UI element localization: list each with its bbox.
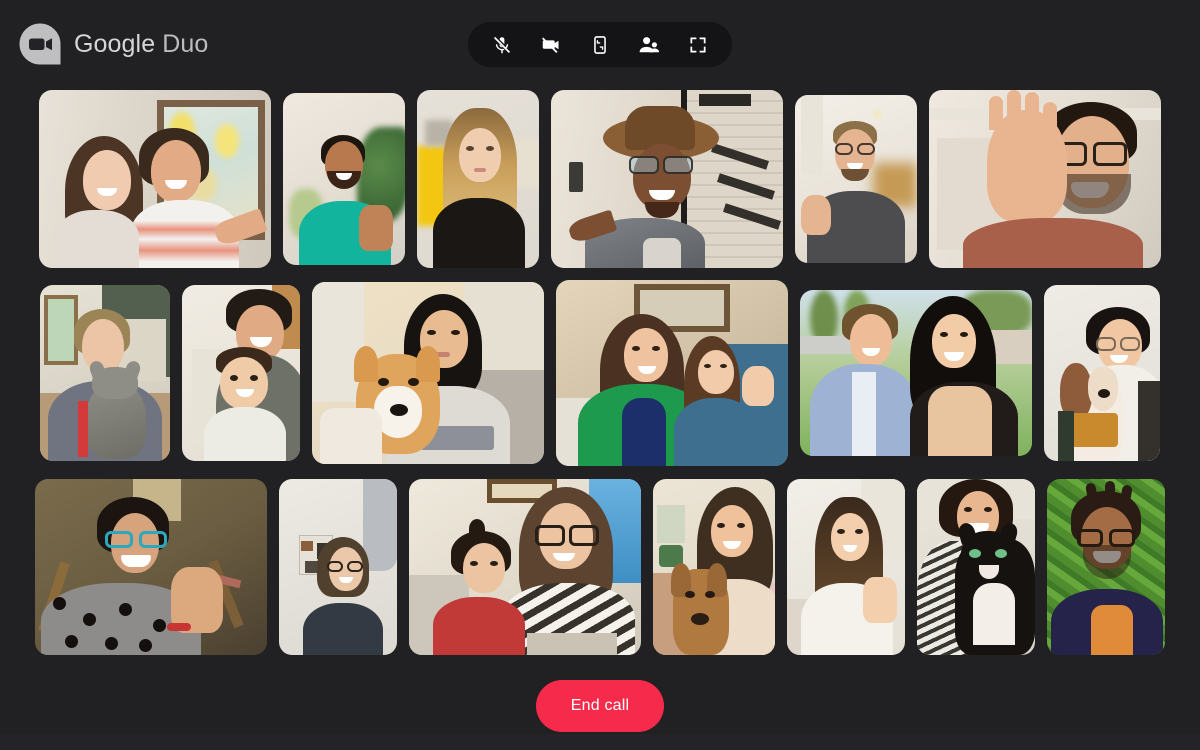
participant-tile-14[interactable] [279,479,397,655]
end-call-button[interactable]: End call [536,680,664,732]
participant-tile-15[interactable] [409,479,641,655]
participant-tile-19[interactable] [1047,479,1165,655]
participant-tile-3[interactable] [417,90,539,268]
participant-tile-6[interactable] [929,90,1161,268]
app-title: Google Duo [74,30,208,59]
effects-button[interactable] [582,27,618,63]
participant-tile-18[interactable] [917,479,1035,655]
participant-tile-10[interactable] [556,280,788,466]
turn-off-camera-button[interactable] [533,27,569,63]
brand-name-secondary: Duo [162,29,209,58]
participant-row-3 [0,472,1200,662]
microphone-off-icon [494,36,511,53]
app-header: Google Duo [0,0,1200,88]
participant-tile-1[interactable] [39,90,271,268]
bottom-band [0,734,1200,750]
screen-rotate-icon [594,35,606,54]
participant-row-1 [0,84,1200,274]
participant-tile-13[interactable] [35,479,267,655]
participant-row-2 [0,278,1200,468]
participant-tile-5[interactable] [795,95,917,263]
duo-logo-icon [19,23,61,65]
participant-tile-8[interactable] [182,285,300,461]
participant-tile-17[interactable] [787,479,905,655]
participant-tile-11[interactable] [800,290,1032,456]
fullscreen-button[interactable] [680,27,716,63]
participant-tile-9[interactable] [312,282,544,464]
participant-tile-4[interactable] [551,90,783,268]
participant-tile-12[interactable] [1044,285,1160,461]
person-add-icon [639,36,659,52]
participant-tile-16[interactable] [653,479,775,655]
participant-tile-7[interactable] [40,285,170,461]
fullscreen-icon [690,36,706,53]
call-controls-toolbar [468,22,732,67]
video-camera-off-icon [542,37,559,53]
brand-name-primary: Google [74,29,156,58]
participant-grid [0,84,1200,664]
google-duo-call-window: Google Duo End call [0,0,1200,750]
participant-tile-2[interactable] [283,93,405,265]
add-people-button[interactable] [631,27,667,63]
mute-microphone-button[interactable] [484,27,520,63]
brand: Google Duo [18,22,208,66]
